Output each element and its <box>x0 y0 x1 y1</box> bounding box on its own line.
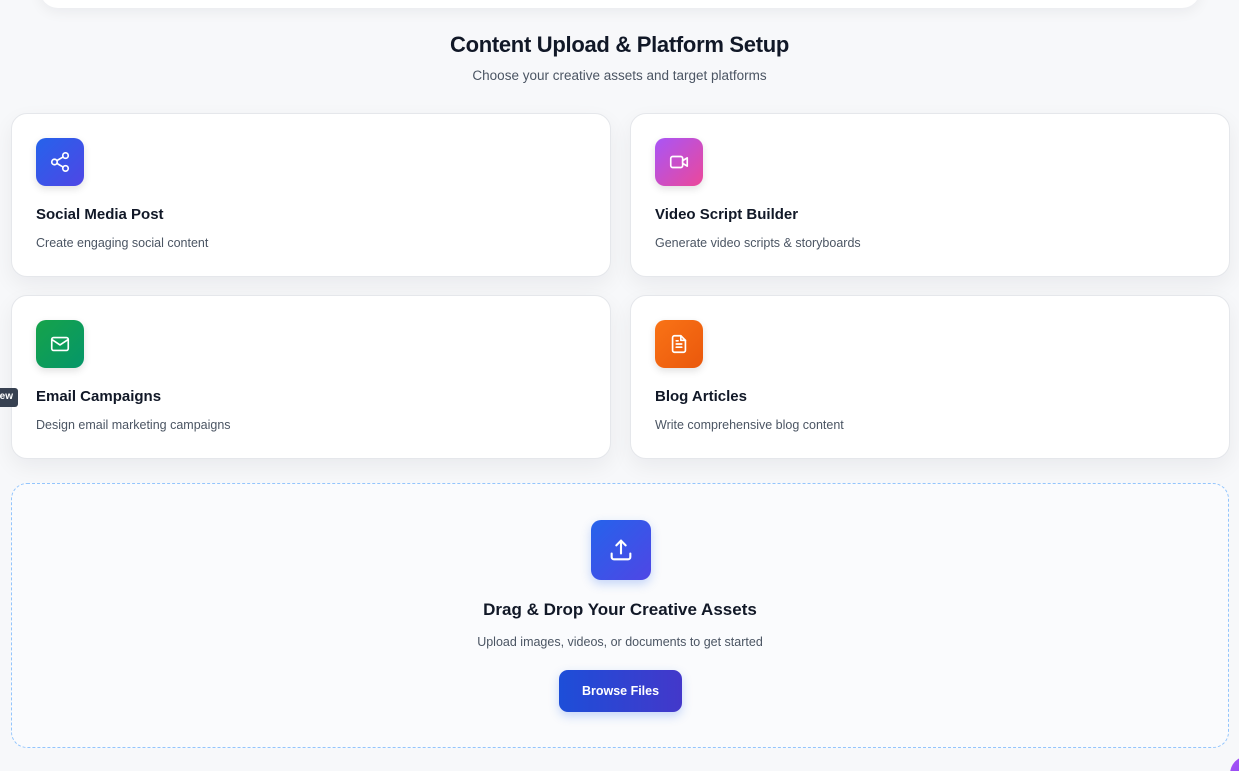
document-icon <box>655 320 703 368</box>
card-description: Generate video scripts & storyboards <box>655 236 861 250</box>
card-description: Design email marketing campaigns <box>36 418 231 432</box>
card-description: Write comprehensive blog content <box>655 418 844 432</box>
browse-files-button[interactable]: Browse Files <box>559 670 682 712</box>
card-description: Create engaging social content <box>36 236 209 250</box>
card-blog-articles[interactable]: Blog Articles Write comprehensive blog c… <box>630 295 1230 459</box>
card-email-campaigns[interactable]: Email Campaigns Design email marketing c… <box>11 295 611 459</box>
section-header: Content Upload & Platform Setup Choose y… <box>0 32 1239 83</box>
upload-icon <box>591 520 651 580</box>
share-icon <box>36 138 84 186</box>
card-title: Video Script Builder <box>655 206 799 223</box>
floating-action-button[interactable] <box>1230 756 1239 771</box>
side-tooltip: ew <box>0 388 18 407</box>
dropzone-subtitle: Upload images, videos, or documents to g… <box>477 635 763 649</box>
page: Content Upload & Platform Setup Choose y… <box>0 0 1239 771</box>
previous-section-card <box>40 0 1200 8</box>
section-title: Content Upload & Platform Setup <box>449 32 790 57</box>
card-video-script-builder[interactable]: Video Script Builder Generate video scri… <box>630 113 1230 277</box>
card-title: Social Media Post <box>36 206 164 223</box>
card-title: Blog Articles <box>655 388 747 405</box>
card-social-media-post[interactable]: Social Media Post Create engaging social… <box>11 113 611 277</box>
video-camera-icon <box>655 138 703 186</box>
section-subtitle: Choose your creative assets and target p… <box>472 68 767 83</box>
card-title: Email Campaigns <box>36 388 162 405</box>
dropzone-title: Drag & Drop Your Creative Assets <box>483 600 757 619</box>
file-dropzone[interactable]: Drag & Drop Your Creative Assets Upload … <box>11 483 1229 748</box>
mail-icon <box>36 320 84 368</box>
